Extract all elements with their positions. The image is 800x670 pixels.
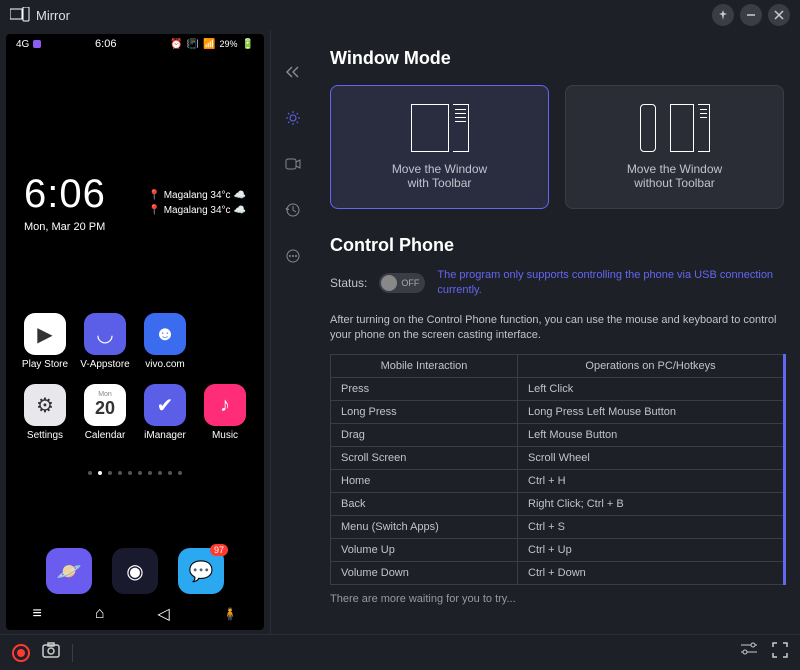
table-scrollbar[interactable] <box>783 354 786 585</box>
dock-icon: 🪐 <box>46 548 92 594</box>
settings-content: Window Mode Move the Window with Toolbar… <box>314 30 800 634</box>
table-row: Long PressLong Press Left Mouse Button <box>331 400 784 423</box>
table-row: Menu (Switch Apps)Ctrl + S <box>331 515 784 538</box>
clock-date: Mon, Mar 20 PM <box>24 221 106 233</box>
screenshot-button[interactable] <box>42 642 60 663</box>
app-icon: ◡ <box>84 313 126 355</box>
app-label: vivo.com <box>145 359 184 370</box>
app-label: Settings <box>27 430 63 441</box>
app-icon: ☻ <box>144 313 186 355</box>
bottom-toolbar <box>0 634 800 670</box>
app-play-store[interactable]: ▶ Play Store <box>18 313 72 370</box>
table-row: BackRight Click; Ctrl + B <box>331 492 784 515</box>
titlebar: Mirror <box>0 0 800 30</box>
app-grid: ▶ Play Store ◡ V-Appstore ☻ vivo.com ⚙ Settings… <box>6 233 264 441</box>
control-phone-toggle[interactable]: OFF <box>379 273 425 293</box>
app-settings[interactable]: ⚙ Settings <box>18 384 72 441</box>
control-description: After turning on the Control Phone funct… <box>330 313 784 344</box>
page-indicator <box>6 471 264 475</box>
mode-without-toolbar[interactable]: Move the Window without Toolbar <box>565 85 784 209</box>
collapse-button[interactable] <box>279 58 307 86</box>
mode-with-toolbar[interactable]: Move the Window with Toolbar <box>330 85 549 209</box>
phone-mirror-panel: 4G 6:06 ⏰ 📳 📶 29% 🔋 6:06 Mon, Mar 20 PM <box>0 30 270 634</box>
dock: 🪐 ◉ 💬97 <box>6 548 264 594</box>
app-title: Mirror <box>36 8 70 23</box>
settings-tool[interactable] <box>279 104 307 132</box>
control-phone-heading: Control Phone <box>330 235 784 256</box>
app-icon: ▶ <box>24 313 66 355</box>
window-toolbar-icon <box>411 104 469 152</box>
app-imanager[interactable]: ✔ iManager <box>138 384 192 441</box>
clock-time: 6:06 <box>24 172 106 217</box>
try-more-text: There are more waiting for you to try... <box>330 593 784 605</box>
dock-browser[interactable]: 🪐 <box>46 548 92 594</box>
status-hint: The program only supports controlling th… <box>437 268 784 299</box>
app-indicator-icon <box>33 40 41 48</box>
alarm-icon: ⏰ <box>170 39 182 50</box>
app-logo-icon <box>10 7 30 23</box>
app-icon: ♪ <box>204 384 246 426</box>
app-calendar[interactable]: Mon20 Calendar <box>78 384 132 441</box>
app-label: Calendar <box>85 430 126 441</box>
app-label: Play Store <box>22 359 68 370</box>
table-row: PressLeft Click <box>331 377 784 400</box>
phone-statusbar: 4G 6:06 ⏰ 📳 📶 29% 🔋 <box>6 34 264 52</box>
history-tool[interactable] <box>279 196 307 224</box>
table-row: Volume DownCtrl + Down <box>331 561 784 584</box>
fullscreen-button[interactable] <box>772 642 788 663</box>
app-vivo-com[interactable]: ☻ vivo.com <box>138 313 192 370</box>
side-toolbar <box>270 30 314 634</box>
window-mode-heading: Window Mode <box>330 48 784 69</box>
clock-widget: 6:06 Mon, Mar 20 PM 📍Magalang 34°c☁️ 📍Ma… <box>6 52 264 233</box>
app-label: V-Appstore <box>80 359 129 370</box>
adjust-button[interactable] <box>740 642 758 663</box>
battery-icon: 🔋 <box>242 39 254 50</box>
table-row: DragLeft Mouse Button <box>331 423 784 446</box>
dock-messages[interactable]: 💬97 <box>178 548 224 594</box>
app-icon: Mon20 <box>84 384 126 426</box>
nav-accessibility-icon[interactable]: 🧍 <box>223 607 238 621</box>
app-icon: ⚙ <box>24 384 66 426</box>
battery-pct: 29% <box>220 39 238 49</box>
nav-back-icon[interactable]: ◁ <box>157 604 169 624</box>
status-label: Status: <box>330 276 367 290</box>
table-row: Volume UpCtrl + Up <box>331 538 784 561</box>
minimize-button[interactable] <box>740 4 762 26</box>
pin-button[interactable] <box>712 4 734 26</box>
nav-menu-icon[interactable]: ≡ <box>32 605 41 623</box>
weather-icon: ☁️ <box>234 190 246 201</box>
app-label: iManager <box>144 430 186 441</box>
dock-icon: ◉ <box>112 548 158 594</box>
phone-navbar: ≡ ⌂ ◁ 🧍 <box>6 604 264 624</box>
vibrate-icon: 📳 <box>187 39 199 50</box>
status-time: 6:06 <box>95 38 116 50</box>
dock-camera[interactable]: ◉ <box>112 548 158 594</box>
weather-icon: ☁️ <box>234 205 246 216</box>
wifi-icon: 📶 <box>203 39 215 50</box>
table-row: HomeCtrl + H <box>331 469 784 492</box>
app-label: Music <box>212 430 238 441</box>
badge: 97 <box>210 544 228 556</box>
location-pin-icon: 📍 <box>148 205 160 216</box>
weather-widget: 📍Magalang 34°c☁️ 📍Magalang 34°c☁️ <box>148 190 246 216</box>
record-button[interactable] <box>12 644 30 662</box>
more-tool[interactable] <box>279 242 307 270</box>
nav-home-icon[interactable]: ⌂ <box>95 605 105 623</box>
app-music[interactable]: ♪ Music <box>198 384 252 441</box>
close-button[interactable] <box>768 4 790 26</box>
window-no-toolbar-icon <box>640 104 710 152</box>
col-pc: Operations on PC/Hotkeys <box>518 354 784 377</box>
app-icon: ✔ <box>144 384 186 426</box>
col-mobile: Mobile Interaction <box>331 354 518 377</box>
hotkeys-table: Mobile Interaction Operations on PC/Hotk… <box>330 354 784 585</box>
table-row: Scroll ScreenScroll Wheel <box>331 446 784 469</box>
record-tool[interactable] <box>279 150 307 178</box>
separator <box>72 644 73 662</box>
app-v-appstore[interactable]: ◡ V-Appstore <box>78 313 132 370</box>
phone-screen[interactable]: 4G 6:06 ⏰ 📳 📶 29% 🔋 6:06 Mon, Mar 20 PM <box>6 34 264 630</box>
location-pin-icon: 📍 <box>148 190 160 201</box>
